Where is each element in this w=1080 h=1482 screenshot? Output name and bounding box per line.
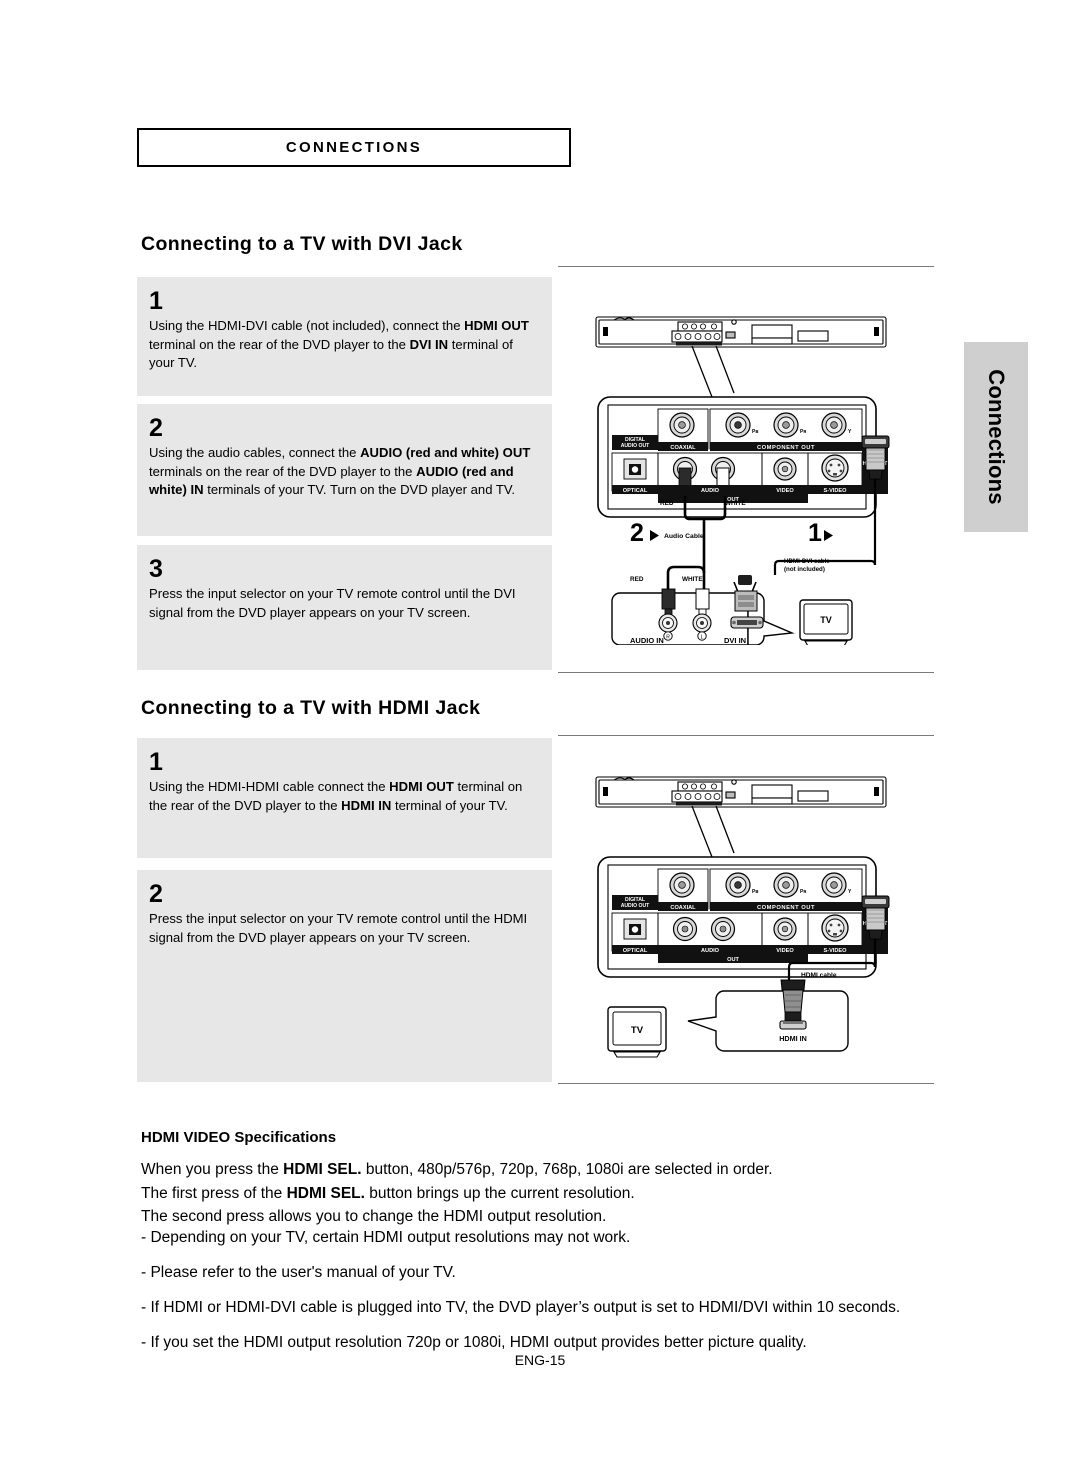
spec-bullet-2: - Please refer to the user's manual of y…	[141, 1264, 456, 1281]
label-white-bottom: WHITE	[682, 576, 703, 583]
step-box-hdmi-1: 1 Using the HDMI-HDMI cable connect the …	[137, 738, 552, 858]
label-r: R	[666, 634, 670, 640]
spec-paragraph: When you press the HDMI SEL. button, 480…	[141, 1161, 773, 1226]
step-text: Press the input selector on your TV remo…	[149, 586, 516, 620]
label-pb: Pʙ	[752, 429, 758, 435]
divider-bottom-dvi	[558, 672, 934, 673]
label-tv: TV	[820, 615, 832, 625]
step-text: Using the audio cables, connect the AUDI…	[149, 445, 531, 498]
label-digital-audio-out-line2: AUDIO OUT	[621, 903, 650, 909]
step-number: 2	[149, 414, 163, 442]
label-audio: AUDIO	[701, 948, 720, 954]
divider-top-hdmi	[558, 735, 934, 736]
label-video: VIDEO	[776, 948, 794, 954]
label-l: L	[701, 634, 704, 640]
section-heading-hdmi: Connecting to a TV with HDMI Jack	[141, 697, 481, 719]
label-video: VIDEO	[776, 488, 794, 494]
label-optical: OPTICAL	[623, 948, 648, 954]
label-hdmi-dvi-cable-line1: HDMI-DVI cable	[784, 558, 830, 565]
step-text: Using the HDMI-DVI cable (not included),…	[149, 318, 529, 371]
step-number: 2	[149, 880, 163, 908]
step-marker-2: 2	[630, 519, 659, 547]
manual-page: CONNECTIONS Connections Connecting to a …	[0, 0, 1080, 1482]
label-pb: Pʙ	[752, 889, 758, 895]
divider-bottom-hdmi	[558, 1083, 934, 1084]
diagram-hdmi-connection: Pʙ Pʀ Y DIGITAL AUDIO OUT COAXIAL COMPON…	[586, 765, 906, 1065]
step-text: Using the HDMI-HDMI cable connect the HD…	[149, 779, 523, 813]
spec-bullet-3: - If HDMI or HDMI-DVI cable is plugged i…	[141, 1299, 901, 1316]
label-pr: Pʀ	[800, 889, 806, 895]
label-white-top: WHITE	[725, 500, 746, 507]
label-red-bottom: RED	[630, 576, 644, 583]
step-number: 1	[149, 287, 163, 315]
chapter-header-box: CONNECTIONS	[137, 128, 571, 167]
label-pr: Pʀ	[800, 429, 806, 435]
label-component-out: COMPONENT OUT	[757, 445, 815, 451]
spec-bullet-1: - Depending on your TV, certain HDMI out…	[141, 1229, 631, 1246]
label-out: OUT	[727, 957, 739, 963]
label-audio: AUDIO	[701, 488, 720, 494]
step-number: 1	[149, 748, 163, 776]
diagram-dvi-connection: Pʙ Pʀ Y DIGITAL AUDIO OUT COAXIAL COMPON…	[586, 305, 906, 645]
label-hdmi-dvi-cable-line2: (not included)	[784, 566, 825, 573]
label-audio-cable: Audio Cable	[664, 533, 704, 540]
label-red-top: RED	[660, 500, 674, 507]
label-audio-in-dvi: AUDIO IN	[630, 636, 664, 645]
side-tab-connections: Connections	[964, 342, 1028, 532]
label-hdmi-in: HDMI IN	[779, 1034, 807, 1043]
svg-text:2: 2	[630, 519, 644, 547]
svg-text:1: 1	[808, 519, 822, 547]
label-coaxial: COAXIAL	[670, 905, 696, 911]
step-marker-1: 1	[808, 519, 833, 547]
label-tv: TV	[631, 1025, 644, 1036]
label-optical: OPTICAL	[623, 488, 648, 494]
spec-section-title: HDMI VIDEO Specifications	[141, 1129, 337, 1146]
label-component-out: COMPONENT OUT	[757, 905, 815, 911]
page-footer: ENG-15	[514, 1352, 566, 1368]
step-box-dvi-2: 2 Using the audio cables, connect the AU…	[137, 404, 552, 536]
label-svideo: S-VIDEO	[823, 948, 847, 954]
step-box-hdmi-2: 2 Press the input selector on your TV re…	[137, 870, 552, 1082]
step-text: Press the input selector on your TV remo…	[149, 911, 528, 945]
label-svideo: S-VIDEO	[823, 488, 847, 494]
label-dvi-in: DVI IN	[724, 636, 747, 645]
label-digital-audio-out-line2: AUDIO OUT	[621, 443, 650, 449]
label-coaxial: COAXIAL	[670, 445, 696, 451]
divider-top-dvi	[558, 266, 934, 267]
side-tab-label: Connections	[984, 369, 1009, 505]
step-box-dvi-1: 1 Using the HDMI-DVI cable (not included…	[137, 277, 552, 396]
section-heading-dvi: Connecting to a TV with DVI Jack	[141, 233, 463, 255]
label-hdmi-cable: HDMI cable	[801, 972, 837, 979]
chapter-title: CONNECTIONS	[285, 139, 423, 156]
step-box-dvi-3: 3 Press the input selector on your TV re…	[137, 545, 552, 670]
spec-bullet-4: - If you set the HDMI output resolution …	[141, 1334, 807, 1351]
step-number: 3	[149, 555, 163, 583]
